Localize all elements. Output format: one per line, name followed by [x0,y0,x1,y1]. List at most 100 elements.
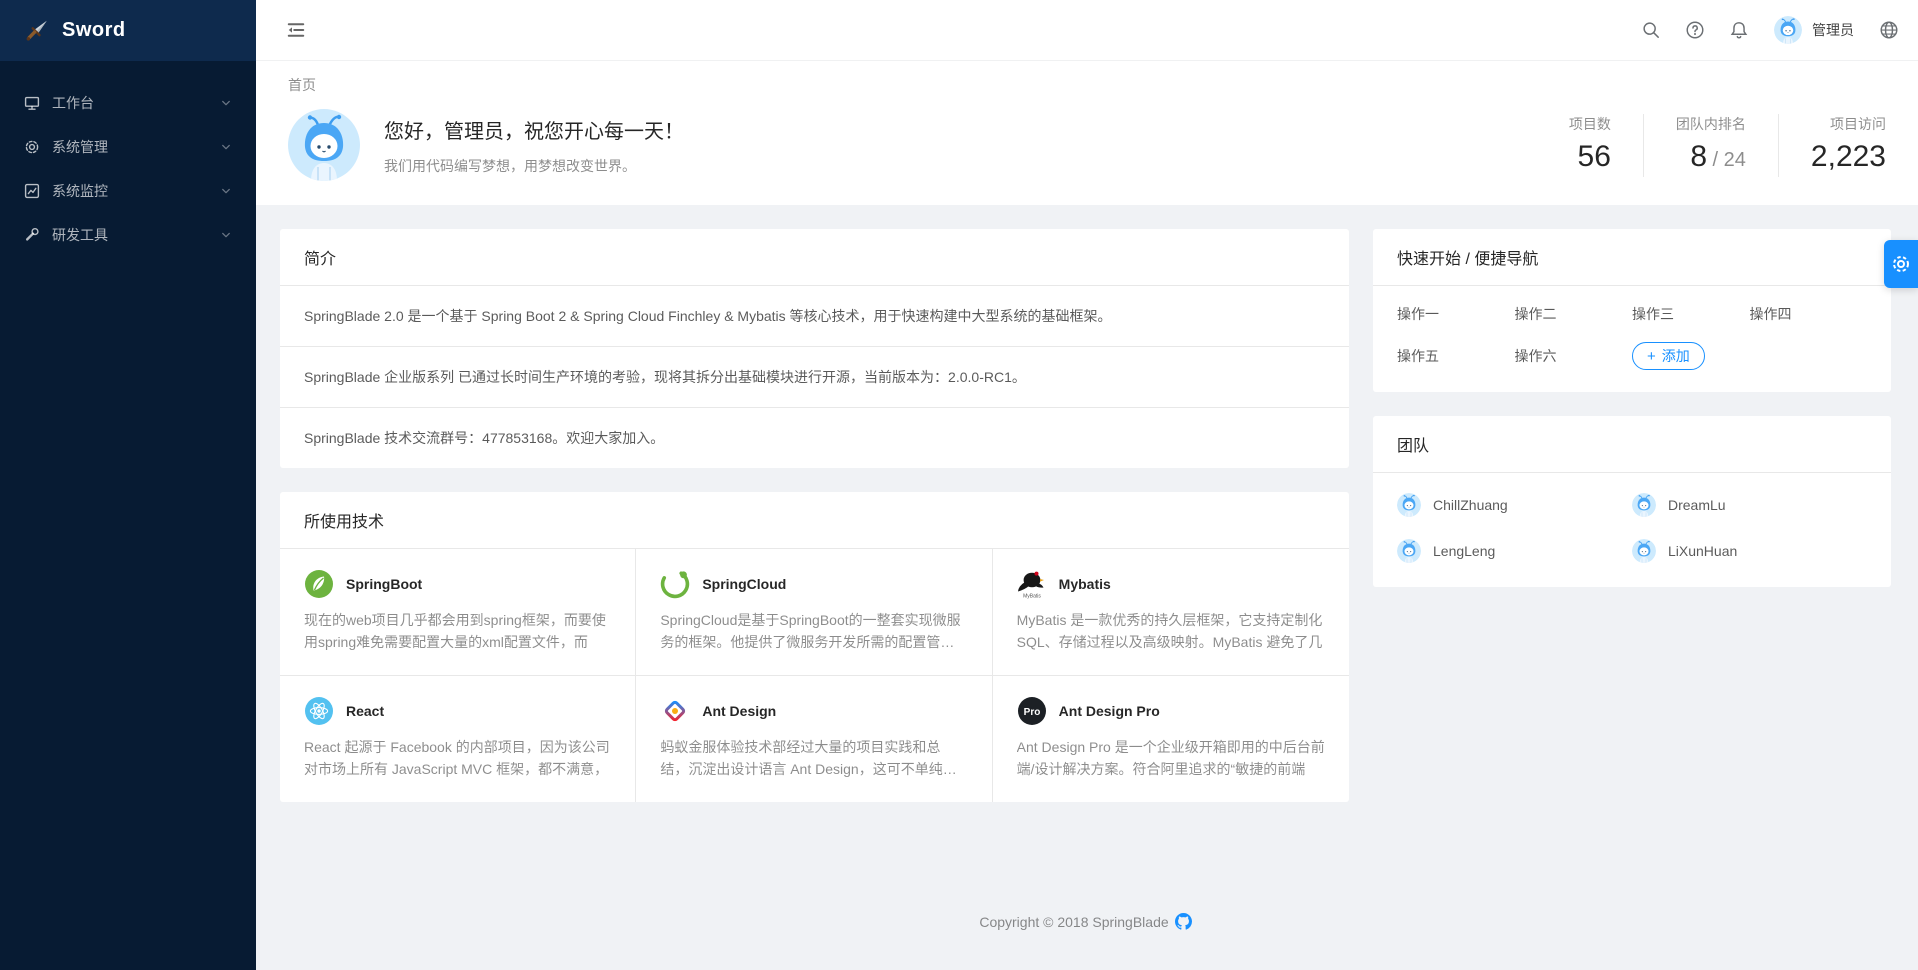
team-member-name: LengLeng [1433,543,1495,559]
quickstart-card: 快速开始 / 便捷导航 操作一 操作二 操作三 操作四 操作五 操作六 + 添加 [1373,229,1891,392]
welcome-avatar [288,109,360,181]
quick-link-2[interactable]: 操作二 [1515,304,1633,324]
tech-name: SpringBoot [346,576,422,592]
stat-value: 2,223 [1811,140,1886,173]
topbar-actions: 管理员 [1642,16,1898,44]
list-item: SpringBlade 技术交流群号：477853168。欢迎大家加入。 [280,408,1349,468]
add-button[interactable]: + 添加 [1632,342,1705,370]
sidebar-item-system-monitor[interactable]: 系统监控 [0,171,256,211]
copyright-text: Copyright © 2018 SpringBlade [979,914,1168,930]
quickstart-links: 操作一 操作二 操作三 操作四 操作五 操作六 + 添加 [1373,286,1891,392]
breadcrumb[interactable]: 首页 [288,75,1886,95]
globe-icon[interactable] [1880,21,1898,39]
tech-grid: SpringBoot 现在的web项目几乎都会用到spring框架，而要使用sp… [280,549,1349,802]
breadcrumb-home[interactable]: 首页 [288,77,316,93]
chevron-down-icon [220,185,232,197]
tech-item-springcloud[interactable]: SpringCloud SpringCloud是基于SpringBoot的一整套… [636,549,992,676]
team-member-name: LiXunHuan [1668,543,1737,559]
gear-icon [1891,254,1911,274]
tech-description: 蚂蚁金服体验技术部经过大量的项目实践和总结，沉淀出设计语言 Ant Design… [660,736,967,780]
sidebar-item-label: 系统监控 [52,181,208,201]
app-title: Sword [62,19,126,42]
stat-suffix: / 24 [1707,149,1746,171]
sidebar-collapse-button[interactable] [282,16,310,44]
tech-description: SpringCloud是基于SpringBoot的一整套实现微服务的框架。他提供… [660,609,967,653]
tech-name: SpringCloud [702,576,786,592]
team-member-lengleng[interactable]: LengLeng [1397,539,1632,563]
team-card-title: 团队 [1373,416,1891,473]
welcome-subtitle: 我们用代码编写梦想，用梦想改变世界。 [384,156,684,176]
stat-team-rank: 团队内排名 8 / 24 [1643,114,1778,177]
quick-link-5[interactable]: 操作五 [1397,346,1515,366]
settings-button[interactable] [1884,240,1918,288]
topbar: 管理员 [256,0,1918,61]
sidebar-item-dev-tools[interactable]: 研发工具 [0,215,256,255]
team-member-dreamlu[interactable]: DreamLu [1632,493,1867,517]
help-icon[interactable] [1686,21,1704,39]
monitor-icon [24,95,40,111]
stat-label: 团队内排名 [1676,114,1746,134]
team-member-name: ChillZhuang [1433,497,1508,513]
intro-card: 简介 SpringBlade 2.0 是一个基于 Spring Boot 2 &… [280,229,1349,468]
tech-description: MyBatis 是一款优秀的持久层框架，它支持定制化 SQL、存储过程以及高级映… [1017,609,1325,653]
user-menu[interactable]: 管理员 [1774,16,1854,44]
avatar [1774,16,1802,44]
quick-link-3[interactable]: 操作三 [1632,304,1750,324]
sidebar-item-system-admin[interactable]: 系统管理 [0,127,256,167]
chart-icon [24,183,40,199]
app-logo[interactable]: Sword [0,0,256,61]
chevron-down-icon [220,97,232,109]
stat-label: 项目数 [1569,114,1611,134]
team-member-chillzhuang[interactable]: ChillZhuang [1397,493,1632,517]
tech-card-title: 所使用技术 [280,492,1349,549]
tech-item-springboot[interactable]: SpringBoot 现在的web项目几乎都会用到spring框架，而要使用sp… [280,549,636,676]
tech-description: Ant Design Pro 是一个企业级开箱即用的中后台前端/设计解决方案。符… [1017,736,1325,780]
sidebar: Sword 工作台 系统管理 系统监控 研发工具 [0,0,256,970]
team-member-lixunhuan[interactable]: LiXunHuan [1632,539,1867,563]
avatar [1397,539,1421,563]
plus-icon: + [1647,349,1656,364]
bell-icon[interactable] [1730,21,1748,39]
mybatis-icon [1017,569,1047,599]
chevron-down-icon [220,141,232,153]
stat-value: 8 [1690,140,1707,173]
intro-card-title: 简介 [280,229,1349,286]
tech-item-antdesignpro[interactable]: Ant Design Pro Ant Design Pro 是一个企业级开箱即用… [993,676,1349,802]
quick-link-6[interactable]: 操作六 [1515,346,1633,366]
gear-icon [24,139,40,155]
sidebar-item-label: 工作台 [52,93,208,113]
stat-projects: 项目数 56 [1537,114,1643,177]
tech-item-mybatis[interactable]: Mybatis MyBatis 是一款优秀的持久层框架，它支持定制化 SQL、存… [993,549,1349,676]
tech-description: React 起源于 Facebook 的内部项目，因为该公司对市场上所有 Jav… [304,736,611,780]
tech-item-react[interactable]: React React 起源于 Facebook 的内部项目，因为该公司对市场上… [280,676,636,802]
stat-project-visits: 项目访问 2,223 [1778,114,1886,177]
list-item: SpringBlade 企业版系列 已通过长时间生产环境的考验，现将其拆分出基础… [280,347,1349,408]
user-name: 管理员 [1812,20,1854,40]
page-footer: Copyright © 2018 SpringBlade [280,893,1891,956]
quick-link-1[interactable]: 操作一 [1397,304,1515,324]
tech-name: Ant Design [702,703,776,719]
dagger-icon [24,18,50,44]
menu-fold-icon [286,20,306,40]
quick-link-4[interactable]: 操作四 [1750,304,1868,324]
team-card: 团队 ChillZhuang DreamLu LengLeng [1373,416,1891,587]
content: 简介 SpringBlade 2.0 是一个基于 Spring Boot 2 &… [256,205,1918,970]
sidebar-item-label: 研发工具 [52,225,208,245]
antdesign-icon [660,696,690,726]
tech-item-antdesign[interactable]: Ant Design 蚂蚁金服体验技术部经过大量的项目实践和总结，沉淀出设计语言… [636,676,992,802]
tech-card: 所使用技术 SpringBoot 现在的web项目几乎都会用到spring框架，… [280,492,1349,802]
chevron-down-icon [220,229,232,241]
add-button-label: 添加 [1662,346,1690,366]
github-icon[interactable] [1175,913,1192,930]
avatar [1632,539,1656,563]
search-icon[interactable] [1642,21,1660,39]
antdesignpro-icon [1017,696,1047,726]
intro-list: SpringBlade 2.0 是一个基于 Spring Boot 2 & Sp… [280,286,1349,468]
tech-name: Ant Design Pro [1059,703,1160,719]
list-item: SpringBlade 2.0 是一个基于 Spring Boot 2 & Sp… [280,286,1349,347]
sidebar-item-workbench[interactable]: 工作台 [0,83,256,123]
page-header: 首页 您好，管理员，祝您开心每一天！ 我们用代码编写梦想，用梦想改变世界。 项目… [256,61,1918,205]
quickstart-card-title: 快速开始 / 便捷导航 [1373,229,1891,286]
tech-name: Mybatis [1059,576,1111,592]
stat-label: 项目访问 [1811,114,1886,134]
